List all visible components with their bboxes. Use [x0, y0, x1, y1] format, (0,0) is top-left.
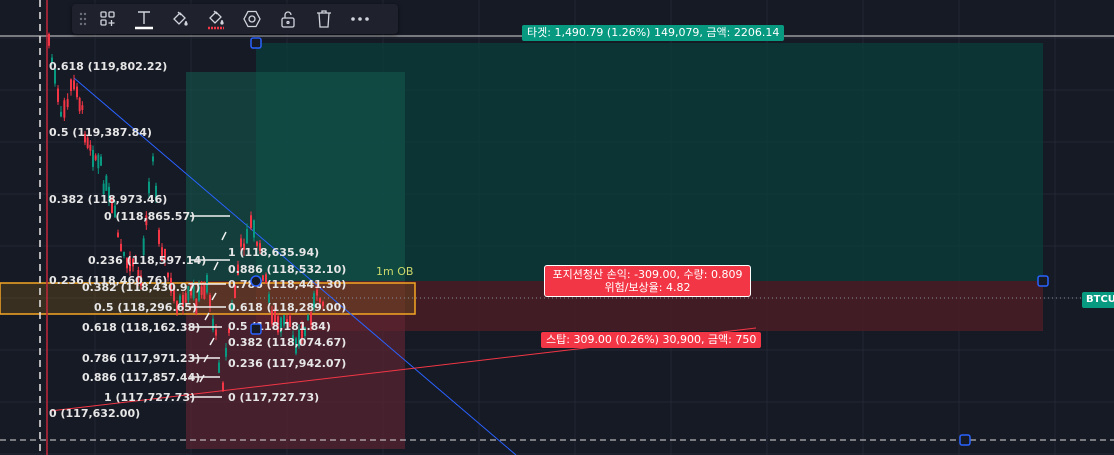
fib-right-level: 0.886 (118,532.10) [228, 263, 346, 276]
right-edge-handle[interactable] [1037, 275, 1049, 287]
candle-body [48, 33, 50, 46]
candle-body [200, 286, 203, 295]
candle-body [218, 362, 220, 373]
fib-mid-level: 0.886 (117,857.44) [82, 371, 200, 384]
fib-mid-level: 0.618 (118,162.38) [82, 321, 200, 334]
fib-right-level: 0.382 (118,074.67) [228, 336, 346, 349]
entry-handle[interactable] [250, 275, 262, 287]
candle-body [57, 88, 59, 102]
candle-body [120, 243, 122, 252]
candle-body [86, 137, 89, 148]
fib-mid-level: 0.5 (118,296.65) [94, 301, 197, 314]
candle-body [66, 99, 69, 108]
lock-icon[interactable] [270, 4, 306, 34]
symbol-price-tag: BTCU [1082, 292, 1114, 308]
candle-body [100, 156, 102, 166]
candle-body [70, 79, 72, 92]
candle-body [246, 229, 248, 244]
candle-body [148, 181, 150, 194]
settings-hexagon-icon[interactable] [234, 4, 270, 34]
candle-body [142, 238, 145, 255]
candle-body [158, 229, 160, 244]
chart-drawing-layer[interactable]: 0.618 (119,802.22) 0.5 (119,387.84) 0.38… [0, 0, 1114, 455]
candle-body [97, 154, 100, 169]
order-block-label: 1m OB [376, 265, 413, 278]
template-grid-icon[interactable] [90, 4, 126, 34]
candle-body [105, 175, 108, 191]
candle-body [212, 318, 214, 331]
candle-body [253, 220, 255, 238]
fib-mid-level: 0.236 (118,597.14) [88, 254, 206, 267]
fib-right-level: 0.618 (118,289.00) [228, 301, 346, 314]
candle-body [78, 98, 81, 112]
more-icon[interactable] [342, 4, 378, 34]
trash-icon[interactable] [306, 4, 342, 34]
target-label: 타겟: 1,490.79 (1.26%) 149,079, 금액: 2206.1… [522, 25, 785, 41]
candle-body [250, 215, 252, 228]
target-handle[interactable] [250, 37, 262, 49]
grip-icon[interactable] [76, 4, 90, 34]
candle-body [167, 273, 169, 278]
candle-body [152, 156, 154, 162]
fib-right-level: 0 (117,727.73) [228, 391, 319, 404]
candle-body [73, 80, 75, 90]
candle-body [76, 86, 78, 98]
stop-handle[interactable] [250, 323, 262, 335]
candle-body [63, 100, 66, 118]
candle-body [89, 144, 92, 151]
fib-left-level: 0.382 (118,973.46) [49, 193, 167, 206]
fill-color-icon[interactable] [198, 4, 234, 34]
fib-mid-level: 0.382 (118,430.97) [82, 281, 200, 294]
fib-left-labels: 0.618 (119,802.22) 0.5 (119,387.84) 0.38… [49, 60, 167, 420]
drawing-toolbar [72, 4, 398, 34]
text-icon[interactable] [126, 4, 162, 34]
position-info-box[interactable]: 포지션청산 손익: -309.00, 수량: 0.809 위험/보상율: 4.8… [544, 265, 751, 297]
fib-left-level: 0.5 (119,387.84) [49, 126, 152, 139]
fib-right-level: 0.5 (118,181.84) [228, 320, 331, 333]
fib-left-level: 0 (117,632.00) [49, 407, 140, 420]
candle-body [94, 155, 97, 160]
chart-canvas[interactable]: 0.618 (119,802.22) 0.5 (119,387.84) 0.38… [0, 0, 1114, 455]
fib-right-level: 0.786 (118,441.30) [228, 278, 346, 291]
candle-body [222, 382, 224, 392]
candle-body [215, 329, 217, 336]
line-color-icon[interactable] [162, 4, 198, 34]
candle-body [117, 232, 119, 238]
candle-body [60, 111, 62, 117]
candle-body [203, 284, 206, 299]
candle-body [209, 295, 211, 307]
fib-left-level: 0.618 (119,802.22) [49, 60, 167, 73]
candle-body [92, 149, 94, 167]
risk-reward-text: 위험/보상율: 4.82 [604, 281, 691, 294]
fib-right-level: 1 (118,635.94) [228, 246, 319, 259]
stop-label: 스탑: 309.00 (0.26%) 30,900, 금액: 750 [541, 332, 762, 348]
position-pnl-text: 포지션청산 손익: -309.00, 수량: 0.809 [552, 268, 743, 281]
candle-body [225, 347, 227, 357]
fib-mid-level: 0.786 (117,971.23) [82, 352, 200, 365]
fib-mid-level: 0 (118,865.57) [104, 210, 195, 223]
fib-right-level: 0.236 (117,942.07) [228, 357, 346, 370]
candle-body [81, 105, 84, 110]
fib-mid-level: 1 (117,727.73) [104, 391, 195, 404]
bottom-line-handle[interactable] [959, 434, 971, 446]
